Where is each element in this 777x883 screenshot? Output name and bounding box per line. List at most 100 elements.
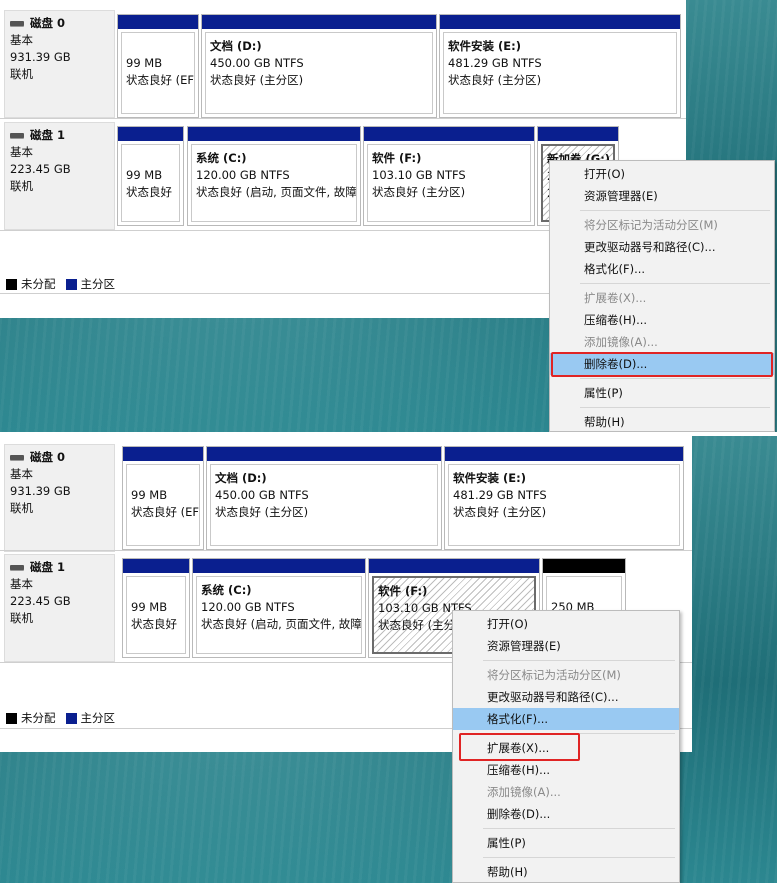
disk-1-info[interactable]: 磁盘 1 基本 223.45 GB 联机 [4, 122, 115, 230]
menu-item-extend-volume[interactable]: 扩展卷(X)... [453, 737, 679, 759]
disk-0-info[interactable]: 磁盘 0 基本 931.39 GB 联机 [4, 10, 115, 118]
menu-item-add-mirror[interactable]: 添加镜像(A)... [453, 781, 679, 803]
partition-efi[interactable]: 99 MB 状态良好 [122, 558, 190, 658]
legend-unallocated: 未分配 [21, 711, 56, 725]
disk-0-info[interactable]: 磁盘 0 基本 931.39 GB 联机 [4, 444, 115, 552]
legend: 未分配 主分区 [6, 710, 115, 726]
menu-item-open[interactable]: 打开(O) [550, 163, 774, 185]
partition-label: 软件 (F:) [372, 151, 422, 165]
primary-swatch [65, 278, 77, 290]
partition-status: 状态良好 (主分区) [448, 73, 542, 87]
legend-primary: 主分区 [80, 277, 116, 291]
disk-name: 磁盘 0 [30, 450, 66, 464]
menu-separator [483, 733, 675, 734]
menu-item-shrink-volume[interactable]: 压缩卷(H)... [550, 309, 774, 331]
disk-type: 基本 [10, 577, 33, 591]
disk-status: 联机 [10, 67, 33, 81]
partition-c[interactable]: 系统 (C:) 120.00 GB NTFS 状态良好 (启动, 页面文件, 故… [187, 126, 361, 226]
legend: 未分配 主分区 [6, 276, 115, 292]
menu-item-add-mirror[interactable]: 添加镜像(A)... [550, 331, 774, 353]
partition-d[interactable]: 文档 (D:) 450.00 GB NTFS 状态良好 (主分区) [206, 446, 442, 550]
disk-icon [10, 455, 24, 460]
partition-status: 状态良好 (主分区) [215, 505, 309, 519]
partition-size: 99 MB [126, 168, 163, 182]
disk-type: 基本 [10, 33, 33, 47]
menu-item-format[interactable]: 格式化(F)... [550, 258, 774, 280]
menu-item-mark-active[interactable]: 将分区标记为活动分区(M) [453, 664, 679, 686]
partition-f[interactable]: 软件 (F:) 103.10 GB NTFS 状态良好 (主分区) [363, 126, 535, 226]
disk-status: 联机 [10, 179, 33, 193]
menu-separator [580, 378, 770, 379]
partition-label: 系统 (C:) [196, 151, 247, 165]
disk-1-info[interactable]: 磁盘 1 基本 223.45 GB 联机 [4, 554, 115, 662]
primary-swatch [65, 712, 77, 724]
disk-icon [10, 21, 24, 26]
partition-size: 103.10 GB NTFS [372, 168, 466, 182]
partition-efi[interactable]: 99 MB 状态良好 (EF [122, 446, 204, 550]
partition-size: 99 MB [131, 600, 168, 614]
disk-size: 223.45 GB [10, 162, 71, 176]
partition-efi[interactable]: 99 MB 状态良好 [117, 126, 184, 226]
context-menu: 打开(O) 资源管理器(E) 将分区标记为活动分区(M) 更改驱动器号和路径(C… [452, 610, 680, 883]
unallocated-swatch [6, 712, 17, 724]
menu-item-change-drive-letter[interactable]: 更改驱动器号和路径(C)... [550, 236, 774, 258]
partition-size: 481.29 GB NTFS [453, 488, 547, 502]
partition-label: 文档 (D:) [210, 39, 262, 53]
partition-label: 系统 (C:) [201, 583, 252, 597]
partition-status: 状态良好 (主分区) [210, 73, 304, 87]
disk-status: 联机 [10, 611, 33, 625]
disk-size: 223.45 GB [10, 594, 71, 608]
partition-status: 状态良好 (主分区) [372, 185, 466, 199]
disk-size: 931.39 GB [10, 50, 71, 64]
menu-item-help[interactable]: 帮助(H) [453, 861, 679, 883]
partition-e[interactable]: 软件安装 (E:) 481.29 GB NTFS 状态良好 (主分区) [439, 14, 681, 118]
menu-separator [580, 283, 770, 284]
partition-label: 软件 (F:) [378, 584, 428, 598]
partition-size: 99 MB [131, 488, 168, 502]
partition-size: 120.00 GB NTFS [196, 168, 290, 182]
disk-icon [10, 565, 24, 570]
partition-d[interactable]: 文档 (D:) 450.00 GB NTFS 状态良好 (主分区) [201, 14, 437, 118]
context-menu: 打开(O) 资源管理器(E) 将分区标记为活动分区(M) 更改驱动器号和路径(C… [549, 160, 775, 432]
partition-status: 状态良好 (主分区) [453, 505, 547, 519]
legend-primary: 主分区 [80, 711, 116, 725]
menu-item-change-drive-letter[interactable]: 更改驱动器号和路径(C)... [453, 686, 679, 708]
partition-c[interactable]: 系统 (C:) 120.00 GB NTFS 状态良好 (启动, 页面文件, 故… [192, 558, 366, 658]
partition-status: 状态良好 [131, 617, 177, 631]
disk-name: 磁盘 1 [30, 560, 66, 574]
partition-e[interactable]: 软件安装 (E:) 481.29 GB NTFS 状态良好 (主分区) [444, 446, 684, 550]
partition-size: 450.00 GB NTFS [215, 488, 309, 502]
partition-efi[interactable]: 99 MB 状态良好 (EF [117, 14, 199, 118]
menu-item-properties[interactable]: 属性(P) [550, 382, 774, 404]
disk-size: 931.39 GB [10, 484, 71, 498]
menu-item-explorer[interactable]: 资源管理器(E) [550, 185, 774, 207]
menu-separator [580, 210, 770, 211]
menu-item-delete-volume[interactable]: 删除卷(D)... [453, 803, 679, 825]
partition-status: 状态良好 (EF [126, 73, 195, 87]
partition-size: 99 MB [126, 56, 163, 70]
menu-item-mark-active[interactable]: 将分区标记为活动分区(M) [550, 214, 774, 236]
disk-name: 磁盘 0 [30, 16, 66, 30]
menu-item-open[interactable]: 打开(O) [453, 613, 679, 635]
disk-name: 磁盘 1 [30, 128, 66, 142]
menu-item-format[interactable]: 格式化(F)... [453, 708, 679, 730]
partition-label: 软件安装 (E:) [448, 39, 521, 53]
menu-separator [483, 828, 675, 829]
partition-status: 状态良好 (EF [131, 505, 200, 519]
partition-size: 450.00 GB NTFS [210, 56, 304, 70]
menu-separator [483, 660, 675, 661]
disk-icon [10, 133, 24, 138]
partition-size: 481.29 GB NTFS [448, 56, 542, 70]
menu-item-delete-volume[interactable]: 删除卷(D)... [550, 353, 774, 375]
menu-item-extend-volume[interactable]: 扩展卷(X)... [550, 287, 774, 309]
menu-item-explorer[interactable]: 资源管理器(E) [453, 635, 679, 657]
menu-item-properties[interactable]: 属性(P) [453, 832, 679, 854]
legend-unallocated: 未分配 [21, 277, 56, 291]
menu-item-shrink-volume[interactable]: 压缩卷(H)... [453, 759, 679, 781]
disk-0-row: 磁盘 0 基本 931.39 GB 联机 99 MB 状态良好 (EF 文档 (… [0, 6, 686, 118]
unallocated-swatch [6, 278, 17, 290]
partition-size: 120.00 GB NTFS [201, 600, 295, 614]
menu-item-help[interactable]: 帮助(H) [550, 411, 774, 432]
disk-0-row: 磁盘 0 基本 931.39 GB 联机 99 MB 状态良好 (EF 文档 (… [0, 440, 692, 552]
disk-status: 联机 [10, 501, 33, 515]
